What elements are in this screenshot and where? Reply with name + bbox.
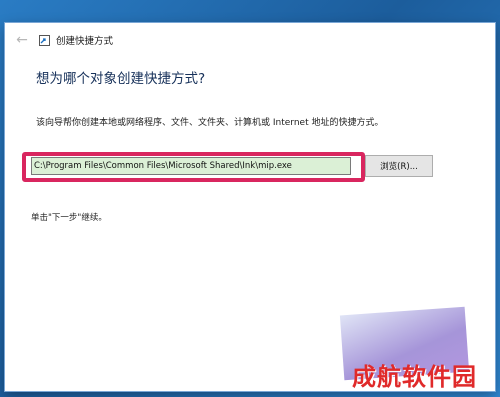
watermark-text: 成航软件园 <box>352 362 477 391</box>
location-input[interactable] <box>31 157 351 175</box>
next-step-instruction: 单击"下一步"继续。 <box>31 213 107 223</box>
title-bar: ← 创建快捷方式 <box>5 23 495 57</box>
page-heading: 想为哪个对象创建快捷方式? <box>36 71 206 87</box>
back-arrow-icon[interactable]: ← <box>9 27 35 53</box>
browse-button[interactable]: 浏览(R)... <box>365 155 433 177</box>
wizard-description: 该向导帮你创建本地或网络程序、文件、文件夹、计算机或 Internet 地址的快… <box>36 118 384 128</box>
window-title: 创建快捷方式 <box>56 36 114 47</box>
shortcut-icon <box>39 34 50 46</box>
